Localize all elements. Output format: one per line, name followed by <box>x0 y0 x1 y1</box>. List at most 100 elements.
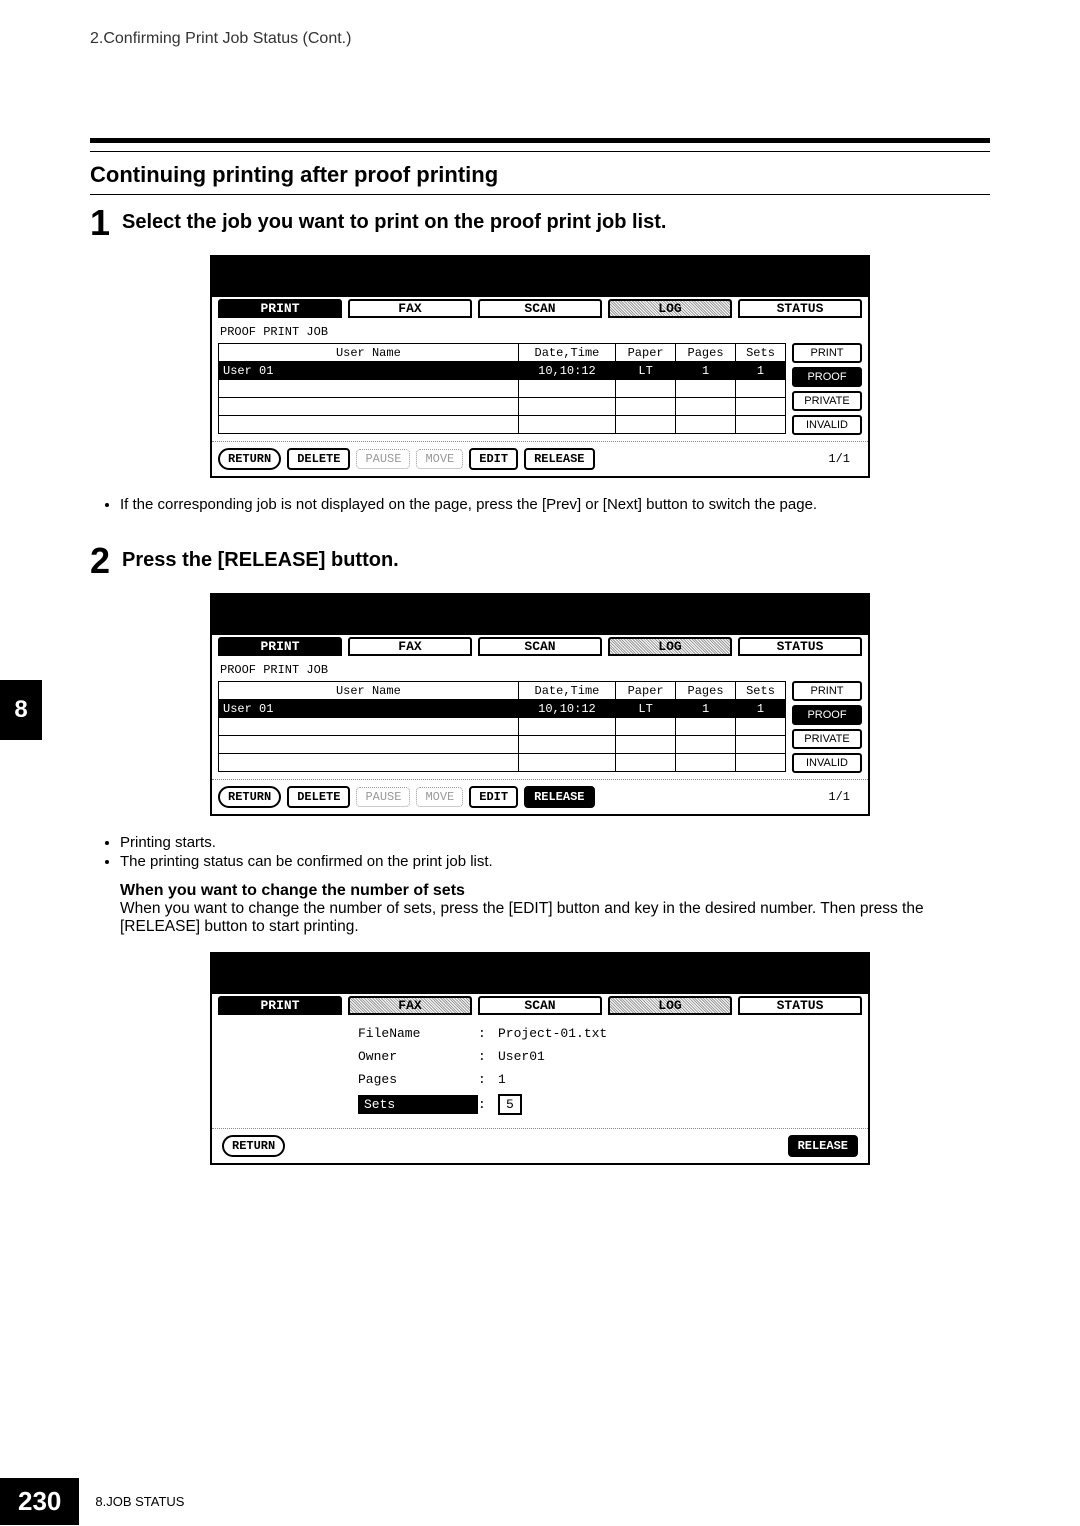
table-row[interactable] <box>219 718 786 736</box>
tab-fax[interactable]: FAX <box>348 299 472 318</box>
side-proof-button[interactable]: PROOF <box>792 705 862 725</box>
thin-rule <box>90 151 990 152</box>
note-item: The printing status can be confirmed on … <box>120 853 990 870</box>
return-button[interactable]: RETURN <box>218 448 281 470</box>
step-1-number: 1 <box>90 205 110 241</box>
cell-sets: 1 <box>736 700 786 718</box>
table-row[interactable] <box>219 416 786 434</box>
colon: : <box>478 1072 498 1087</box>
sets-input[interactable]: 5 <box>498 1094 522 1115</box>
cell-dt: 10,10:12 <box>518 362 615 380</box>
cell-pages: 1 <box>676 700 736 718</box>
delete-button[interactable]: DELETE <box>287 448 350 470</box>
th-paper: Paper <box>616 344 676 362</box>
release-button[interactable]: RELEASE <box>788 1135 858 1157</box>
side-private-button[interactable]: PRIVATE <box>792 391 862 411</box>
release-button[interactable]: RELEASE <box>524 448 594 470</box>
release-button[interactable]: RELEASE <box>524 786 594 808</box>
cell-dt: 10,10:12 <box>518 700 615 718</box>
move-button: MOVE <box>416 787 463 807</box>
edit-grid: FileName : Project-01.txt Owner : User01… <box>358 1026 862 1114</box>
edit-button[interactable]: EDIT <box>469 448 518 470</box>
step-2-number: 2 <box>90 543 110 579</box>
tab-scan[interactable]: SCAN <box>478 299 602 318</box>
section-title: Continuing printing after proof printing <box>90 162 990 188</box>
tab-fax[interactable]: FAX <box>348 637 472 656</box>
screen-tabs-row: PRINT FAX SCAN LOG STATUS <box>212 297 868 319</box>
page-footer: 230 8.JOB STATUS <box>0 1476 184 1526</box>
screen-tabs-row: PRINT FAX SCAN LOG STATUS <box>212 994 868 1016</box>
subheading: When you want to change the number of se… <box>120 882 990 900</box>
value-pages: 1 <box>498 1072 648 1087</box>
screenshot-1: PRINT FAX SCAN LOG STATUS PROOF PRINT JO… <box>210 255 870 478</box>
side-invalid-button[interactable]: INVALID <box>792 415 862 435</box>
side-private-button[interactable]: PRIVATE <box>792 729 862 749</box>
tab-print[interactable]: PRINT <box>218 299 342 318</box>
th-pages: Pages <box>676 344 736 362</box>
cell-pages: 1 <box>676 362 736 380</box>
tab-fax[interactable]: FAX <box>348 996 472 1015</box>
pause-button: PAUSE <box>356 449 410 469</box>
list-subtitle: PROOF PRINT JOB <box>218 323 862 343</box>
cell-sets: 1 <box>736 362 786 380</box>
edit-button[interactable]: EDIT <box>469 786 518 808</box>
tab-log[interactable]: LOG <box>608 637 732 656</box>
tab-scan[interactable]: SCAN <box>478 996 602 1015</box>
tab-status[interactable]: STATUS <box>738 637 862 656</box>
table-row[interactable] <box>219 754 786 772</box>
label-sets: Sets <box>358 1095 478 1114</box>
pause-button: PAUSE <box>356 787 410 807</box>
th-sets: Sets <box>736 344 786 362</box>
table-row[interactable]: User 01 10,10:12 LT 1 1 <box>219 700 786 718</box>
return-button[interactable]: RETURN <box>222 1135 285 1157</box>
note-item: Printing starts. <box>120 834 990 851</box>
table-row[interactable]: User 01 10,10:12 LT 1 1 <box>219 362 786 380</box>
side-print-button[interactable]: PRINT <box>792 343 862 363</box>
page-number: 230 <box>0 1478 79 1525</box>
step-1-text: Select the job you want to print on the … <box>122 205 666 234</box>
job-table: User Name Date,Time Paper Pages Sets Use… <box>218 681 786 772</box>
body-paragraph: When you want to change the number of se… <box>120 900 990 936</box>
thick-rule <box>90 138 990 143</box>
return-button[interactable]: RETURN <box>218 786 281 808</box>
note-item: If the corresponding job is not displaye… <box>120 496 990 513</box>
value-filename: Project-01.txt <box>498 1026 648 1041</box>
side-print-button[interactable]: PRINT <box>792 681 862 701</box>
screen-blackbar <box>212 595 868 635</box>
table-row[interactable] <box>219 380 786 398</box>
screenshot-3: PRINT FAX SCAN LOG STATUS FileName : Pro… <box>210 952 870 1165</box>
th-user: User Name <box>219 344 519 362</box>
job-table: User Name Date,Time Paper Pages Sets Use… <box>218 343 786 434</box>
table-row[interactable] <box>219 398 786 416</box>
side-proof-button[interactable]: PROOF <box>792 367 862 387</box>
delete-button[interactable]: DELETE <box>287 786 350 808</box>
screen-tabs-row: PRINT FAX SCAN LOG STATUS <box>212 635 868 657</box>
step-2-text: Press the [RELEASE] button. <box>122 543 399 572</box>
label-pages: Pages <box>358 1072 478 1087</box>
colon: : <box>478 1097 498 1112</box>
th-datetime: Date,Time <box>518 344 615 362</box>
page-header: 2.Confirming Print Job Status (Cont.) <box>90 30 990 48</box>
step-1: 1 Select the job you want to print on th… <box>90 205 990 241</box>
colon: : <box>478 1049 498 1064</box>
chapter-tab: 8 <box>0 680 42 740</box>
tab-scan[interactable]: SCAN <box>478 637 602 656</box>
tab-print[interactable]: PRINT <box>218 637 342 656</box>
table-row[interactable] <box>219 736 786 754</box>
cell-user: User 01 <box>219 700 519 718</box>
tab-log[interactable]: LOG <box>608 996 732 1015</box>
label-filename: FileName <box>358 1026 478 1041</box>
tab-status[interactable]: STATUS <box>738 996 862 1015</box>
cell-paper: LT <box>616 362 676 380</box>
tab-print[interactable]: PRINT <box>218 996 342 1015</box>
cell-user: User 01 <box>219 362 519 380</box>
tab-status[interactable]: STATUS <box>738 299 862 318</box>
side-invalid-button[interactable]: INVALID <box>792 753 862 773</box>
tab-log[interactable]: LOG <box>608 299 732 318</box>
move-button: MOVE <box>416 449 463 469</box>
page-fraction: 1/1 <box>828 790 862 804</box>
label-owner: Owner <box>358 1049 478 1064</box>
cell-paper: LT <box>616 700 676 718</box>
screenshot-2: PRINT FAX SCAN LOG STATUS PROOF PRINT JO… <box>210 593 870 816</box>
th-sets: Sets <box>736 682 786 700</box>
